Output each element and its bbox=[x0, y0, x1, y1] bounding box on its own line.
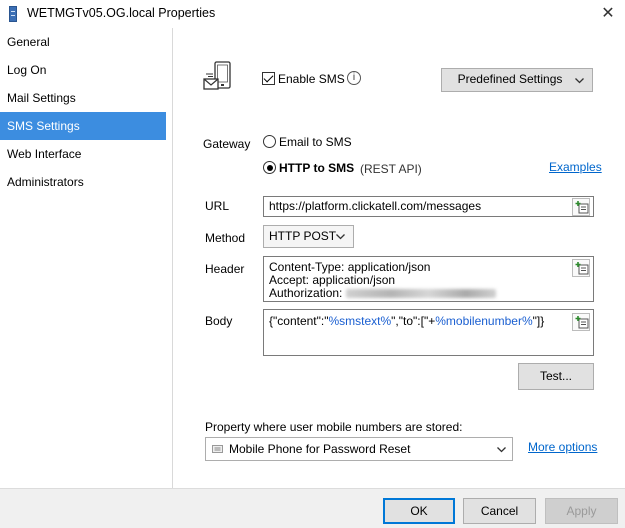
mobile-property-dropdown[interactable]: Mobile Phone for Password Reset bbox=[205, 437, 513, 461]
sms-phone-icon bbox=[203, 61, 231, 90]
header-textarea[interactable]: Content-Type: application/json Accept: a… bbox=[263, 256, 594, 302]
sidebar-item-log-on[interactable]: Log On bbox=[0, 56, 166, 84]
sidebar-item-general[interactable]: General bbox=[0, 28, 166, 56]
insert-variable-icon bbox=[575, 262, 589, 275]
attribute-icon bbox=[212, 445, 223, 453]
header-label: Header bbox=[205, 262, 245, 276]
http-to-sms-radio[interactable] bbox=[263, 161, 276, 174]
property-label: Property where user mobile numbers are s… bbox=[205, 420, 463, 434]
chevron-down-icon bbox=[575, 78, 584, 84]
dialog-footer: OK Cancel Apply bbox=[0, 488, 625, 528]
mobilenumber-variable: %mobilenumber% bbox=[435, 314, 533, 328]
sidebar: General Log On Mail Settings SMS Setting… bbox=[0, 28, 173, 488]
sidebar-item-mail-settings[interactable]: Mail Settings bbox=[0, 84, 166, 112]
method-label: Method bbox=[205, 231, 246, 245]
insert-variable-icon bbox=[575, 316, 589, 329]
url-value: https://platform.clickatell.com/messages bbox=[269, 199, 482, 213]
sms-settings-panel: Enable SMS i Predefined Settings Gateway… bbox=[174, 28, 625, 488]
email-to-sms-label[interactable]: Email to SMS bbox=[279, 135, 352, 149]
body-label: Body bbox=[205, 314, 233, 328]
insert-variable-icon bbox=[575, 201, 589, 214]
header-insert-variable-button[interactable] bbox=[572, 259, 590, 277]
redacted-auth-token bbox=[345, 289, 496, 299]
sidebar-item-web-interface[interactable]: Web Interface bbox=[0, 140, 166, 168]
body-textarea[interactable]: {"content":"%smstext%","to":["+%mobilenu… bbox=[263, 309, 594, 356]
more-options-link[interactable]: More options bbox=[528, 440, 597, 454]
url-input[interactable]: https://platform.clickatell.com/messages bbox=[263, 196, 594, 217]
email-to-sms-radio[interactable] bbox=[263, 135, 276, 148]
smstext-variable: %smstext% bbox=[328, 314, 392, 328]
method-dropdown[interactable]: HTTP POST bbox=[263, 225, 354, 248]
rest-api-note: (REST API) bbox=[360, 162, 422, 176]
url-insert-variable-button[interactable] bbox=[572, 198, 590, 216]
enable-sms-label[interactable]: Enable SMS bbox=[278, 72, 345, 86]
ok-button[interactable]: OK bbox=[383, 498, 455, 524]
predefined-settings-label: Predefined Settings bbox=[457, 72, 563, 86]
header-line: Authorization: bbox=[269, 286, 343, 300]
examples-link[interactable]: Examples bbox=[549, 160, 602, 174]
test-button[interactable]: Test... bbox=[518, 363, 594, 390]
body-insert-variable-button[interactable] bbox=[572, 313, 590, 331]
close-icon: ✕ bbox=[601, 5, 615, 22]
http-to-sms-label[interactable]: HTTP to SMS bbox=[279, 161, 354, 175]
chevron-down-icon bbox=[497, 447, 506, 453]
server-app-icon bbox=[9, 6, 17, 22]
url-label: URL bbox=[205, 199, 230, 213]
info-icon[interactable]: i bbox=[347, 71, 361, 85]
chevron-down-icon bbox=[336, 234, 345, 240]
method-value: HTTP POST bbox=[269, 229, 337, 243]
gateway-label: Gateway bbox=[203, 137, 251, 151]
sidebar-item-administrators[interactable]: Administrators bbox=[0, 168, 166, 196]
close-button[interactable]: ✕ bbox=[591, 0, 625, 28]
predefined-settings-dropdown[interactable]: Predefined Settings bbox=[441, 68, 593, 92]
enable-sms-checkbox[interactable] bbox=[262, 72, 275, 85]
cancel-button[interactable]: Cancel bbox=[463, 498, 536, 524]
window-title: WETMGTv05.OG.local Properties bbox=[27, 6, 216, 20]
sidebar-item-sms-settings[interactable]: SMS Settings bbox=[0, 112, 166, 140]
title-bar: WETMGTv05.OG.local Properties ✕ bbox=[0, 0, 625, 28]
apply-button[interactable]: Apply bbox=[545, 498, 618, 524]
mobile-property-value: Mobile Phone for Password Reset bbox=[229, 442, 411, 456]
